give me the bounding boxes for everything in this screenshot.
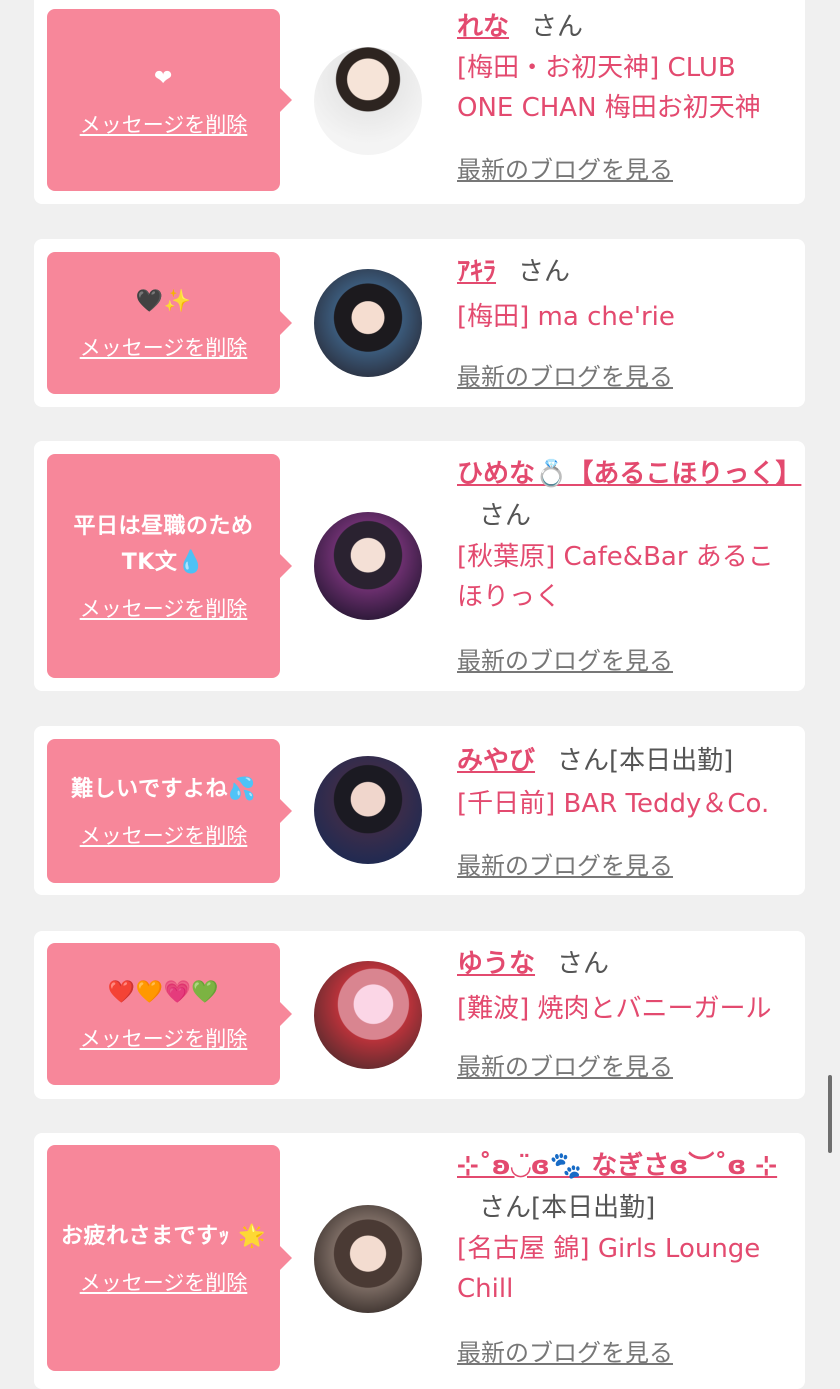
latest-blog-link[interactable]: 最新のブログを見る bbox=[457, 641, 673, 676]
message-text: ❤️🧡💗💚 bbox=[107, 980, 220, 1005]
honorific: さん bbox=[518, 257, 571, 287]
shop-name: [難波] 焼肉とバニーガール bbox=[457, 994, 772, 1024]
delete-message-link[interactable]: メッセージを削除 bbox=[80, 332, 248, 362]
cast-name-link[interactable]: ひめな💍【あるこほりっく】 bbox=[457, 459, 801, 489]
shop-name: [千日前] BAR Teddy＆Co. bbox=[457, 789, 770, 819]
cast-card: 🖤✨ メッセージを削除 ｱｷﾗ さん [梅田] ma che'rie 最新のブログ… bbox=[34, 239, 805, 407]
message-bubble: お疲れさまですｯ 🌟 メッセージを削除 bbox=[47, 1145, 292, 1371]
message-bubble: ❤ メッセージを削除 bbox=[47, 9, 292, 191]
message-text: ❤ bbox=[154, 66, 173, 91]
latest-blog-link[interactable]: 最新のブログを見る bbox=[457, 357, 673, 392]
message-bubble: 難しいですよね💦 メッセージを削除 bbox=[47, 739, 292, 883]
delete-message-link[interactable]: メッセージを削除 bbox=[80, 1267, 248, 1297]
cast-name-link[interactable]: ゆうな bbox=[457, 949, 535, 979]
shop-name: [梅田・お初天神] CLUB ONE CHAN 梅田お初天神 bbox=[457, 53, 761, 123]
status-text: [本日出勤] bbox=[609, 746, 734, 776]
message-bubble: 🖤✨ メッセージを削除 bbox=[47, 252, 292, 394]
message-text: お疲れさまですｯ 🌟 bbox=[60, 1224, 267, 1249]
cast-name-link[interactable]: れな bbox=[457, 12, 509, 42]
avatar[interactable] bbox=[314, 47, 422, 155]
honorific: さん bbox=[479, 501, 532, 531]
latest-blog-link[interactable]: 最新のブログを見る bbox=[457, 846, 673, 881]
message-text: 難しいですよね💦 bbox=[71, 777, 256, 802]
latest-blog-link[interactable]: 最新のブログを見る bbox=[457, 150, 673, 185]
avatar[interactable] bbox=[314, 961, 422, 1069]
honorific: さん bbox=[531, 12, 584, 42]
delete-message-link[interactable]: メッセージを削除 bbox=[80, 593, 248, 623]
message-text: 平日は昼職のため TK文💧 bbox=[73, 514, 254, 575]
delete-message-link[interactable]: メッセージを削除 bbox=[80, 109, 248, 139]
cast-card: ❤ メッセージを削除 れな さん [梅田・お初天神] CLUB ONE CHAN … bbox=[34, 0, 805, 204]
avatar[interactable] bbox=[314, 512, 422, 620]
avatar[interactable] bbox=[314, 1205, 422, 1313]
latest-blog-link[interactable]: 最新のブログを見る bbox=[457, 1047, 673, 1082]
latest-blog-link[interactable]: 最新のブログを見る bbox=[457, 1333, 673, 1368]
status-text: [本日出勤] bbox=[531, 1193, 656, 1223]
honorific: さん bbox=[557, 746, 610, 776]
cast-card: 難しいですよね💦 メッセージを削除 みやび さん[本日出勤] [千日前] BAR … bbox=[34, 726, 805, 895]
cast-name-link[interactable]: ｱｷﾗ bbox=[457, 257, 496, 287]
message-bubble: 平日は昼職のため TK文💧 メッセージを削除 bbox=[47, 454, 292, 678]
cast-card: お疲れさまですｯ 🌟 メッセージを削除 ⊹˚ʚ◡̈⁠ɞ🐾 なぎさɞ︶˚ɞ ⊹ さん… bbox=[34, 1133, 805, 1389]
cast-name-link[interactable]: みやび bbox=[457, 746, 535, 776]
shop-name: [名古屋 錦] Girls Lounge Chill bbox=[457, 1234, 761, 1304]
cast-card: ❤️🧡💗💚 メッセージを削除 ゆうな さん [難波] 焼肉とバニーガール 最新のブ… bbox=[34, 931, 805, 1099]
shop-name: [梅田] ma che'rie bbox=[457, 302, 675, 332]
delete-message-link[interactable]: メッセージを削除 bbox=[80, 820, 248, 850]
scrollbar[interactable] bbox=[828, 1075, 832, 1153]
message-bubble: ❤️🧡💗💚 メッセージを削除 bbox=[47, 943, 292, 1085]
cast-card: 平日は昼職のため TK文💧 メッセージを削除 ひめな💍【あるこほりっく】さん [… bbox=[34, 441, 805, 691]
message-text: 🖤✨ bbox=[135, 289, 192, 314]
delete-message-link[interactable]: メッセージを削除 bbox=[80, 1023, 248, 1053]
avatar[interactable] bbox=[314, 756, 422, 864]
honorific: さん bbox=[479, 1193, 532, 1223]
cast-name-link[interactable]: ⊹˚ʚ◡̈⁠ɞ🐾 なぎさɞ︶˚ɞ ⊹ bbox=[457, 1151, 777, 1181]
avatar[interactable] bbox=[314, 269, 422, 377]
honorific: さん bbox=[557, 949, 610, 979]
shop-name: [秋葉原] Cafe&Bar あるこほりっく bbox=[457, 542, 774, 612]
